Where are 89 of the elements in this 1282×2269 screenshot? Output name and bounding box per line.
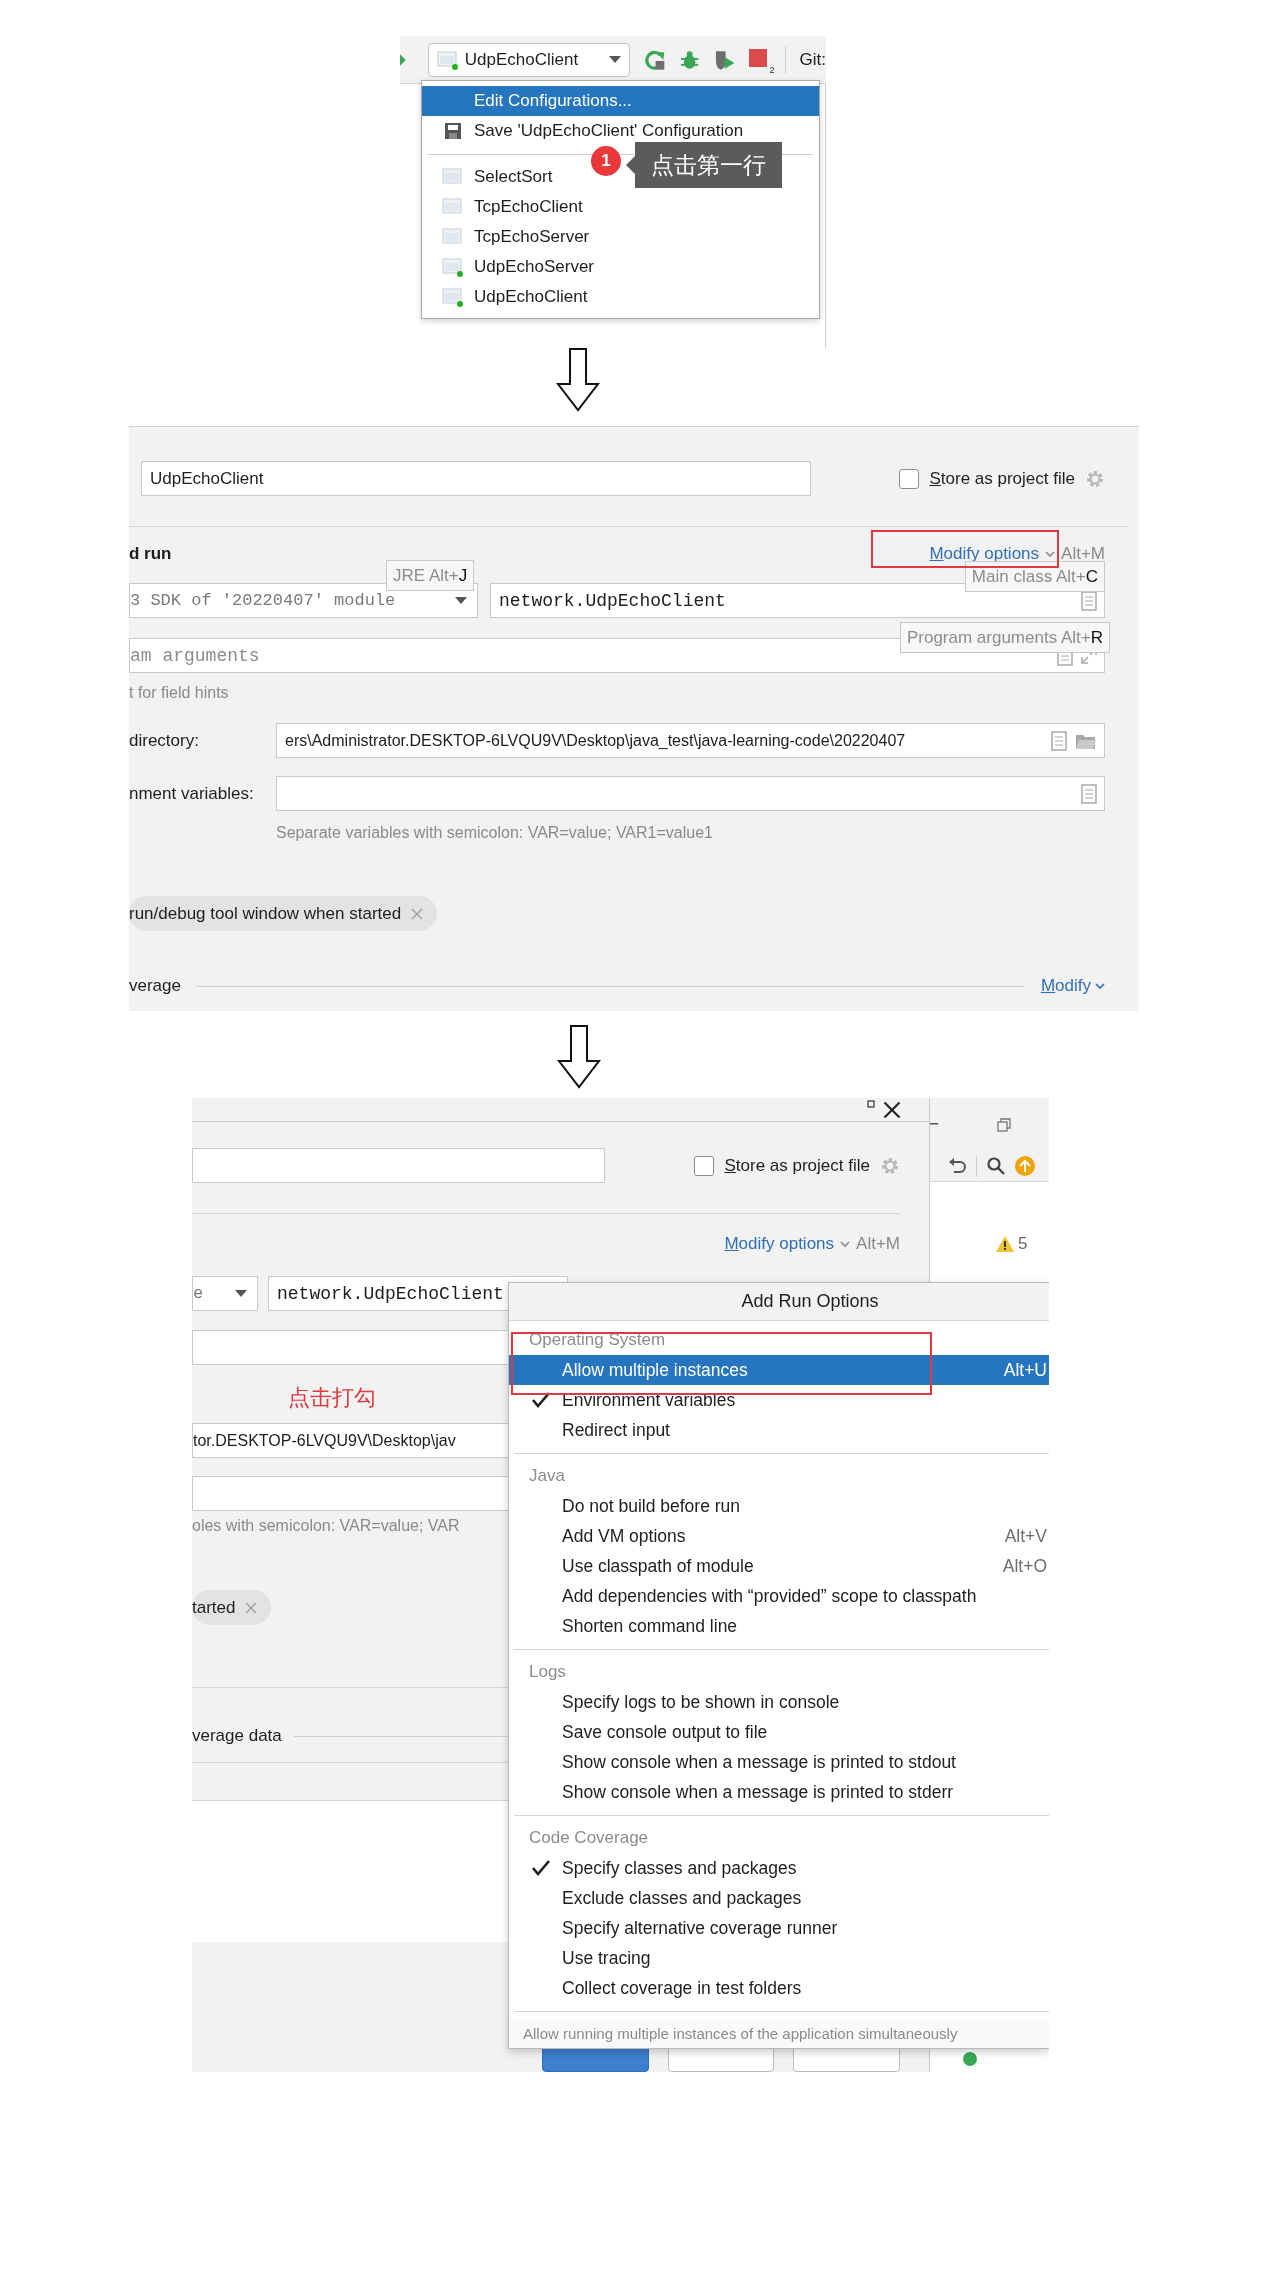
jre-dropdown[interactable]: 3 SDK of '20220407' module [129, 583, 478, 618]
minimize-icon[interactable] [930, 1122, 938, 1127]
document-icon[interactable] [1051, 730, 1067, 751]
group-title: Operating System [528, 1329, 667, 1351]
shortcut-label: Alt+M [1061, 544, 1105, 564]
main-class-field[interactable]: network.UdpEchoClient [490, 583, 1105, 618]
window-icon [436, 49, 459, 70]
coverage-label: verage data [192, 1726, 282, 1746]
coverage-label: verage [129, 976, 181, 996]
warning-icon[interactable] [996, 1236, 1014, 1252]
option-item[interactable]: Shorten command line [509, 1611, 1049, 1641]
group-title: Logs [528, 1661, 567, 1683]
option-item[interactable]: Exclude classes and packages [509, 1883, 1049, 1913]
annotation-text: 点击打勾 [288, 1384, 376, 1412]
option-item[interactable]: Specify classes and packages [509, 1853, 1049, 1883]
group-title: Code Coverage [528, 1827, 650, 1849]
option-item[interactable]: Add dependencies with “provided” scope to classpath [509, 1581, 1049, 1611]
settings-icon[interactable] [880, 1155, 900, 1176]
environment-variables-label: nment variables: [129, 783, 255, 804]
option-item[interactable]: Specify alternative coverage runner [509, 1913, 1049, 1943]
down-arrow-icon [557, 1025, 601, 1089]
caret-icon [608, 55, 621, 64]
working-directory-label: directory: [129, 730, 200, 751]
shortcut-label: Alt+M [856, 1234, 900, 1254]
chevron-down-icon [1045, 550, 1056, 558]
configuration-dropdown[interactable]: UdpEchoClient [427, 42, 630, 77]
settings-icon[interactable] [1085, 468, 1105, 489]
option-item[interactable]: Environment variables [509, 1385, 1049, 1415]
option-description: Allow running multiple instances of the application simultaneously [509, 2019, 1049, 2048]
warning-count: 5 [1018, 1234, 1028, 1254]
name-field[interactable]: UdpEchoClient [141, 461, 811, 496]
play-icon[interactable] [400, 53, 406, 66]
shortcut-tooltip: JRE Alt+J [386, 560, 475, 591]
option-item[interactable]: Add VM options Alt+V [509, 1521, 1049, 1551]
jre-dropdown[interactable]: e [192, 1276, 258, 1311]
environment-variables-hint: oles with semicolon: VAR=value; VAR [192, 1516, 460, 1536]
caret-icon [235, 1289, 247, 1298]
status-dot-icon [963, 2052, 977, 2066]
name-field[interactable] [192, 1148, 605, 1183]
save-icon [445, 123, 461, 139]
option-item[interactable]: Show console when a message is printed to stdout [509, 1747, 1049, 1777]
field-hints-text: t for field hints [129, 683, 229, 703]
bug-icon[interactable] [678, 48, 701, 71]
working-directory-field[interactable]: ers\Administrator.DESKTOP-6LVQU9V\Desktop\java_test\java-learning-code\20220407 [276, 723, 1105, 758]
menu-item[interactable]: TcpEchoClient [422, 192, 819, 222]
menu-item[interactable]: TcpEchoServer [422, 222, 819, 252]
checkbox[interactable] [694, 1155, 715, 1176]
restore-icon[interactable] [997, 1117, 1011, 1132]
chevron-down-icon [1095, 982, 1105, 990]
update-icon[interactable] [1015, 1156, 1035, 1176]
document-icon[interactable] [1081, 783, 1097, 804]
option-item[interactable]: Specify logs to be shown in console [509, 1687, 1049, 1717]
coverage-icon[interactable] [714, 48, 736, 71]
option-item[interactable]: Use classpath of module Alt+O [509, 1551, 1049, 1581]
menu-item[interactable]: UdpEchoClient [422, 282, 819, 312]
option-item[interactable]: Collect coverage in test folders [509, 1973, 1049, 2003]
group-title: Java [528, 1465, 566, 1487]
store-as-project-file-label[interactable]: Store as project file [724, 1155, 870, 1176]
environment-variables-hint: Separate variables with semicolon: VAR=value; VAR1=value1 [275, 823, 713, 843]
search-icon[interactable] [987, 1157, 1005, 1175]
modify-options-link[interactable]: Modify options [929, 544, 1040, 564]
option-item[interactable]: Use tracing [509, 1943, 1049, 1973]
section-title: d run [129, 544, 172, 564]
caret-icon [455, 596, 467, 605]
stop-count: 2 [769, 64, 775, 75]
close-icon[interactable] [883, 1100, 901, 1119]
modify-link[interactable]: Modify [1040, 976, 1091, 996]
callout-tooltip: 点击第一行 [626, 142, 782, 188]
popup-title: Add Run Options [741, 1291, 879, 1312]
rerun-icon[interactable] [643, 48, 665, 71]
shortcut-tooltip: Main class Alt+C [964, 561, 1105, 592]
checkbox[interactable] [899, 468, 920, 489]
option-item[interactable]: Allow multiple instances Alt+U [509, 1355, 1049, 1385]
shortcut-tooltip: Program arguments Alt+R [899, 622, 1110, 653]
stop-icon[interactable] [749, 48, 768, 67]
option-item[interactable]: Do not build before run [509, 1491, 1049, 1521]
undo-icon[interactable] [948, 1158, 966, 1174]
git-label: Git: [799, 49, 826, 70]
option-chip[interactable]: run/debug tool window when started [129, 896, 438, 931]
option-chip[interactable]: tarted [192, 1590, 272, 1625]
document-icon[interactable] [1081, 590, 1097, 611]
option-item[interactable]: Show console when a message is printed to stderr [509, 1777, 1049, 1807]
modify-options-link[interactable]: Modify options [724, 1234, 835, 1254]
menu-item[interactable]: UdpEchoServer [422, 252, 819, 282]
menu-item[interactable]: Edit Configurations... [422, 86, 819, 116]
chevron-down-icon [840, 1240, 851, 1248]
environment-variables-field[interactable] [276, 776, 1105, 811]
store-as-project-file-label[interactable]: Store as project file [929, 468, 1075, 489]
option-item[interactable]: Save console output to file [509, 1717, 1049, 1747]
